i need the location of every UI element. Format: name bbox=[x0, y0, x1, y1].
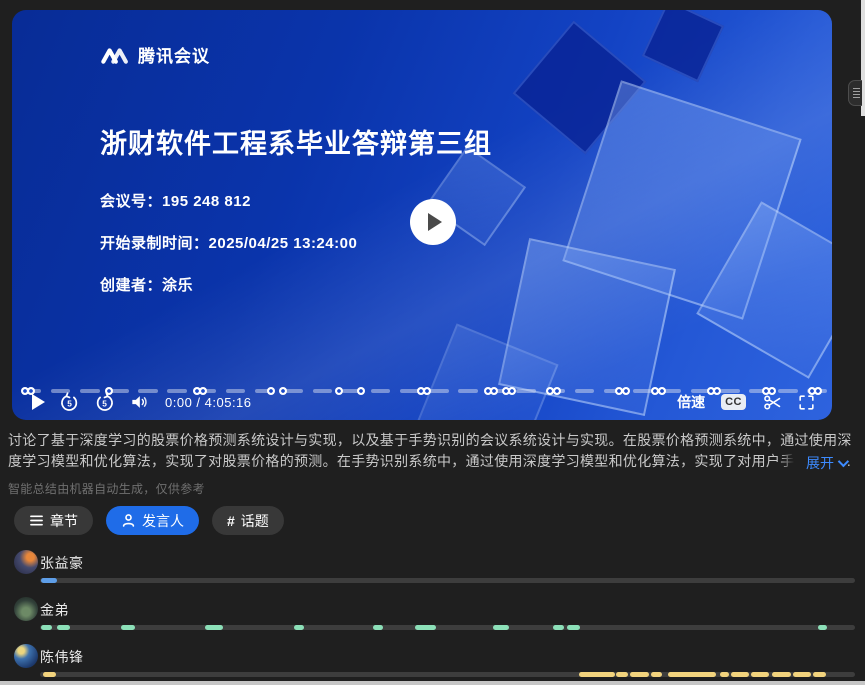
meeting-title: 浙财软件工程系毕业答辩第三组 bbox=[100, 122, 492, 161]
avatar bbox=[14, 597, 38, 621]
chapters-icon bbox=[29, 514, 44, 527]
ai-summary-section: 讨论了基于深度学习的股票价格预测系统设计与实现，以及基于手势识别的会议系统设计与… bbox=[8, 430, 858, 497]
speech-segment bbox=[567, 625, 579, 630]
tab-topics[interactable]: # 话题 bbox=[212, 506, 284, 535]
speech-segment bbox=[751, 672, 769, 677]
playback-speed-button[interactable]: 倍速 bbox=[677, 392, 705, 412]
play-icon bbox=[32, 394, 45, 410]
speaker-icon bbox=[121, 513, 136, 528]
fullscreen-icon bbox=[797, 393, 816, 412]
speech-segment bbox=[772, 672, 791, 677]
tencent-meeting-logo-icon bbox=[100, 44, 130, 66]
speech-segment bbox=[651, 672, 662, 677]
player-controls: 5 5 0:00 / 4:05:16 倍速 CC bbox=[12, 388, 832, 416]
speech-segment bbox=[731, 672, 749, 677]
ai-disclaimer: 智能总结由机器自动生成，仅供参考 bbox=[8, 480, 858, 497]
subtitles-cc-button[interactable]: CC bbox=[721, 394, 746, 410]
speech-segment bbox=[793, 672, 811, 677]
section-tabs: 章节 发言人 # 话题 bbox=[14, 506, 284, 535]
speaker-name: 张益豪 bbox=[40, 553, 84, 573]
window-bottom-edge bbox=[0, 681, 865, 685]
speech-segment bbox=[818, 625, 827, 630]
speech-segment bbox=[813, 672, 825, 677]
play-overlay-button[interactable] bbox=[410, 199, 456, 245]
rewind-5s-button[interactable]: 5 bbox=[59, 392, 80, 413]
play-button[interactable] bbox=[26, 394, 45, 410]
avatar bbox=[14, 550, 38, 574]
speech-segment bbox=[720, 672, 729, 677]
grip-lines-icon bbox=[853, 88, 860, 89]
meeting-number-line: 会议号：195 248 812 bbox=[100, 190, 357, 211]
play-icon bbox=[428, 213, 442, 231]
hash-icon: # bbox=[227, 513, 235, 529]
speech-segment bbox=[205, 625, 222, 630]
svg-text:5: 5 bbox=[67, 398, 72, 408]
video-player: 腾讯会议 浙财软件工程系毕业答辩第三组 会议号：195 248 812 开始录制… bbox=[12, 10, 832, 420]
forward-5s-button[interactable]: 5 bbox=[94, 392, 115, 413]
volume-button[interactable] bbox=[129, 392, 149, 412]
speech-segment bbox=[668, 672, 717, 677]
speech-segment bbox=[553, 625, 564, 630]
time-display: 0:00 / 4:05:16 bbox=[165, 395, 252, 410]
speech-segment bbox=[373, 625, 384, 630]
rewind-5s-icon: 5 bbox=[59, 392, 80, 413]
speaker-row[interactable]: 金弟 bbox=[0, 591, 865, 638]
speaker-timeline-track[interactable] bbox=[40, 672, 855, 677]
tab-label: 发言人 bbox=[142, 511, 184, 531]
brand-name: 腾讯会议 bbox=[138, 42, 210, 67]
speaker-row[interactable]: 张益豪 bbox=[0, 544, 865, 591]
speech-segment bbox=[493, 625, 509, 630]
expand-summary-link[interactable]: 展开 bbox=[780, 453, 846, 473]
meeting-meta: 会议号：195 248 812 开始录制时间：2025/04/25 13:24:… bbox=[100, 190, 357, 316]
tab-label: 章节 bbox=[50, 511, 78, 531]
side-panel-toggle[interactable] bbox=[848, 80, 862, 106]
speaker-list: 张益豪金弟陈伟锋 bbox=[0, 544, 865, 685]
speech-segment bbox=[616, 672, 628, 677]
fullscreen-button[interactable] bbox=[797, 393, 816, 412]
tab-chapters[interactable]: 章节 bbox=[14, 506, 93, 535]
creator-line: 创建者：涂乐 bbox=[100, 274, 357, 295]
svg-text:5: 5 bbox=[102, 398, 107, 408]
speaker-timeline-track[interactable] bbox=[40, 578, 855, 583]
expand-label: 展开 bbox=[806, 453, 834, 473]
speaker-name: 金弟 bbox=[40, 600, 69, 620]
scissors-icon bbox=[762, 392, 783, 413]
speech-segment bbox=[294, 625, 304, 630]
speech-segment bbox=[43, 672, 56, 677]
speech-segment bbox=[579, 672, 615, 677]
speech-segment bbox=[41, 578, 57, 583]
speech-segment bbox=[41, 625, 52, 630]
clip-button[interactable] bbox=[762, 392, 783, 413]
tencent-meeting-logo: 腾讯会议 bbox=[100, 42, 210, 67]
tab-label: 话题 bbox=[241, 511, 269, 531]
forward-5s-icon: 5 bbox=[94, 392, 115, 413]
record-time-line: 开始录制时间：2025/04/25 13:24:00 bbox=[100, 232, 357, 253]
volume-icon bbox=[129, 392, 149, 412]
speaker-timeline-track[interactable] bbox=[40, 625, 855, 630]
ai-summary-text: 讨论了基于深度学习的股票价格预测系统设计与实现，以及基于手势识别的会议系统设计与… bbox=[8, 430, 858, 472]
speaker-row[interactable]: 陈伟锋 bbox=[0, 638, 865, 685]
speaker-name: 陈伟锋 bbox=[40, 647, 84, 667]
avatar bbox=[14, 644, 38, 668]
tab-speakers[interactable]: 发言人 bbox=[106, 506, 199, 535]
speech-segment bbox=[57, 625, 70, 630]
speech-segment bbox=[630, 672, 649, 677]
speech-segment bbox=[121, 625, 135, 630]
speech-segment bbox=[415, 625, 436, 630]
